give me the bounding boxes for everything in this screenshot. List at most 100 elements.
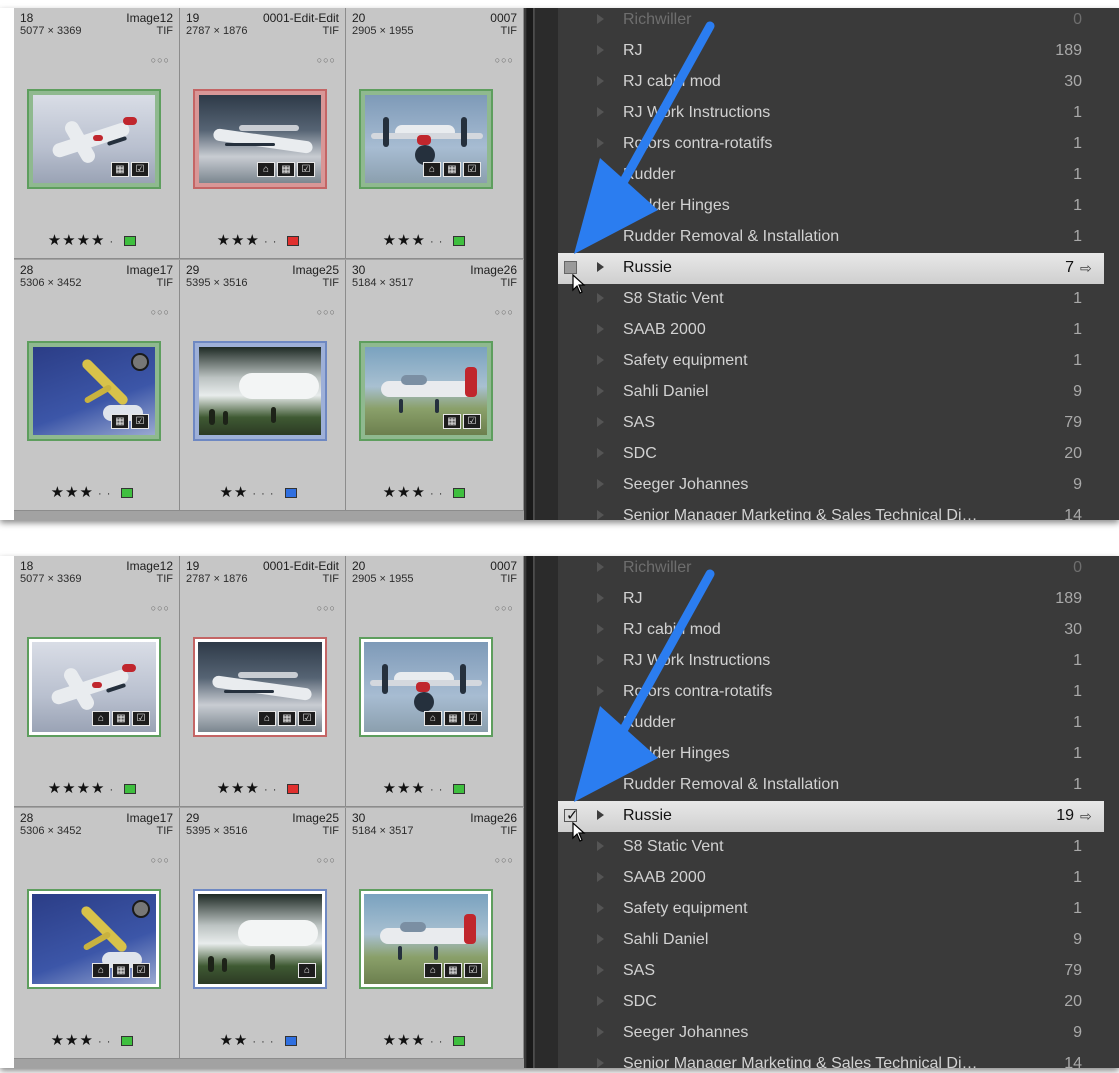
more-options-icon[interactable]: ○○○ <box>495 307 514 317</box>
color-label-chip[interactable] <box>453 488 466 499</box>
develop-adjusted-icon[interactable]: ☑ <box>297 162 315 177</box>
crop-icon[interactable]: ▦ <box>112 963 130 978</box>
disclosure-triangle-icon[interactable] <box>597 231 604 241</box>
disclosure-triangle-icon[interactable] <box>597 510 604 520</box>
keyword-tag-icon[interactable]: ⌂ <box>298 963 316 978</box>
keyword-row[interactable]: SAS 79 <box>558 408 1104 439</box>
disclosure-triangle-icon[interactable] <box>597 934 604 944</box>
disclosure-triangle-icon[interactable] <box>597 355 604 365</box>
thumbnail-frame[interactable]: ⌂ <box>193 889 327 989</box>
keyword-row-selected[interactable]: Russie 7 ⇨ <box>558 253 1104 284</box>
empty-rating-dots[interactable]: · · · <box>248 1036 278 1048</box>
keyword-row[interactable]: SDC 20 <box>558 439 1104 470</box>
thumbnail-cell[interactable]: 20 0007 2905 × 1955 TIF ○○○ ⌂ ▦ ☑ ★★★ · · <box>346 556 524 807</box>
disclosure-triangle-icon[interactable] <box>597 996 604 1006</box>
crop-icon[interactable]: ▦ <box>444 711 462 726</box>
thumbnail-image[interactable]: ⌂ ▦ ☑ <box>199 95 321 183</box>
disclosure-triangle-icon[interactable] <box>597 903 604 913</box>
develop-adjusted-icon[interactable]: ☑ <box>464 963 482 978</box>
thumbnail-frame[interactable]: ⌂ ▦ ☑ <box>359 89 493 189</box>
disclosure-triangle-icon[interactable] <box>597 748 604 758</box>
empty-rating-dots[interactable]: · · <box>426 488 448 500</box>
more-options-icon[interactable]: ○○○ <box>317 603 336 613</box>
keyword-row[interactable]: Richwiller 0 <box>558 8 1104 36</box>
star-rating[interactable]: ★★★ <box>217 780 260 797</box>
crop-icon[interactable]: ▦ <box>278 711 296 726</box>
thumbnail-cell[interactable]: 18 Image12 5077 × 3369 TIF ○○○ ▦ ☑ ★★★★ · <box>14 8 180 259</box>
color-label-chip[interactable] <box>453 236 466 247</box>
thumbnail-image[interactable]: ▦ ☑ <box>33 95 155 183</box>
develop-adjusted-icon[interactable]: ☑ <box>131 162 149 177</box>
thumbnail-cell[interactable]: 30 Image26 5184 × 3517 TIF ○○○ ▦ ☑ ★★★ · · <box>346 260 524 511</box>
more-options-icon[interactable]: ○○○ <box>317 307 336 317</box>
thumbnail-frame[interactable]: ⌂ ▦ ☑ <box>359 889 493 989</box>
keyword-row[interactable]: Seeger Johannes 9 <box>558 1018 1104 1049</box>
develop-adjusted-icon[interactable]: ☑ <box>132 711 150 726</box>
thumbnail-image[interactable]: ▦ ☑ <box>365 347 487 435</box>
panel-divider[interactable] <box>524 8 558 520</box>
keyword-row[interactable]: SAS 79 <box>558 956 1104 987</box>
color-label-chip[interactable] <box>453 784 466 795</box>
keyword-row[interactable]: Safety equipment 1 <box>558 894 1104 925</box>
disclosure-triangle-icon[interactable] <box>597 200 604 210</box>
disclosure-triangle-icon[interactable] <box>597 107 604 117</box>
keyword-row[interactable]: SAAB 2000 1 <box>558 315 1104 346</box>
keyword-row[interactable]: Rudder 1 <box>558 160 1104 191</box>
color-label-chip[interactable] <box>287 236 300 247</box>
thumbnail-cell[interactable]: 19 0001-Edit-Edit 2787 × 1876 TIF ○○○ ⌂ ▦ ☑ ★★★ … <box>180 8 346 259</box>
develop-adjusted-icon[interactable]: ☑ <box>131 414 149 429</box>
keyword-tag-icon[interactable]: ⌂ <box>92 963 110 978</box>
keyword-row[interactable]: SDC 20 <box>558 987 1104 1018</box>
keyword-row[interactable]: RJ Work Instructions 1 <box>558 646 1104 677</box>
crop-icon[interactable]: ▦ <box>111 162 129 177</box>
disclosure-triangle-icon[interactable] <box>597 76 604 86</box>
more-options-icon[interactable]: ○○○ <box>317 55 336 65</box>
develop-adjusted-icon[interactable]: ☑ <box>464 711 482 726</box>
crop-icon[interactable]: ▦ <box>277 162 295 177</box>
color-label-chip[interactable] <box>121 488 134 499</box>
crop-icon[interactable]: ▦ <box>443 162 461 177</box>
keyword-checkbox[interactable] <box>564 261 577 274</box>
crop-icon[interactable]: ▦ <box>112 711 130 726</box>
empty-rating-dots[interactable]: · · · <box>248 488 278 500</box>
arrow-right-icon[interactable]: ⇨ <box>1080 260 1096 276</box>
develop-adjusted-icon[interactable]: ☑ <box>132 963 150 978</box>
disclosure-triangle-icon[interactable] <box>597 45 604 55</box>
color-label-chip[interactable] <box>284 1036 297 1047</box>
empty-rating-dots[interactable]: · · <box>260 784 282 796</box>
more-options-icon[interactable]: ○○○ <box>495 55 514 65</box>
color-label-chip[interactable] <box>453 1036 466 1047</box>
disclosure-triangle-icon[interactable] <box>597 810 604 820</box>
disclosure-triangle-icon[interactable] <box>597 324 604 334</box>
thumbnail-frame[interactable]: ⌂ ▦ ☑ <box>193 89 327 189</box>
develop-adjusted-icon[interactable]: ☑ <box>298 711 316 726</box>
disclosure-triangle-icon[interactable] <box>597 655 604 665</box>
disclosure-triangle-icon[interactable] <box>597 417 604 427</box>
more-options-icon[interactable]: ○○○ <box>495 855 514 865</box>
disclosure-triangle-icon[interactable] <box>597 562 604 572</box>
keyword-row[interactable]: Sahli Daniel 9 <box>558 925 1104 956</box>
keyword-tag-icon[interactable]: ⌂ <box>423 162 441 177</box>
thumbnail-image[interactable]: ⌂ ▦ ☑ <box>364 642 488 732</box>
thumbnail-image[interactable]: ⌂ ▦ ☑ <box>198 642 322 732</box>
thumbnail-image[interactable]: ⌂ ▦ ☑ <box>364 894 488 984</box>
more-options-icon[interactable]: ○○○ <box>151 55 170 65</box>
thumbnail-image[interactable]: ⌂ ▦ ☑ <box>365 95 487 183</box>
keyword-tag-icon[interactable]: ⌂ <box>257 162 275 177</box>
disclosure-triangle-icon[interactable] <box>597 262 604 272</box>
keyword-tag-icon[interactable]: ⌂ <box>424 963 442 978</box>
keyword-row[interactable]: Seeger Johannes 9 <box>558 470 1104 501</box>
star-rating[interactable]: ★★ <box>219 1032 248 1049</box>
thumbnail-image[interactable]: ⌂ <box>198 894 322 984</box>
thumbnail-image[interactable]: ⌂ ▦ ☑ <box>32 642 156 732</box>
thumbnail-cell[interactable]: 29 Image25 5395 × 3516 TIF ○○○ ★★ · · · <box>180 260 346 511</box>
keyword-row-selected[interactable]: ✓ Russie 19 ⇨ <box>558 801 1104 832</box>
star-rating[interactable]: ★★★★ <box>48 780 106 797</box>
keyword-row[interactable]: RJ cabin mod 30 <box>558 615 1104 646</box>
disclosure-triangle-icon[interactable] <box>597 448 604 458</box>
thumbnail-frame[interactable]: ⌂ ▦ ☑ <box>27 637 161 737</box>
star-rating[interactable]: ★★★ <box>51 1032 94 1049</box>
thumbnail-cell[interactable]: 30 Image26 5184 × 3517 TIF ○○○ ⌂ ▦ ☑ ★★★ · · <box>346 808 524 1059</box>
star-rating[interactable]: ★★ <box>219 484 248 501</box>
thumbnail-frame[interactable] <box>193 341 327 441</box>
